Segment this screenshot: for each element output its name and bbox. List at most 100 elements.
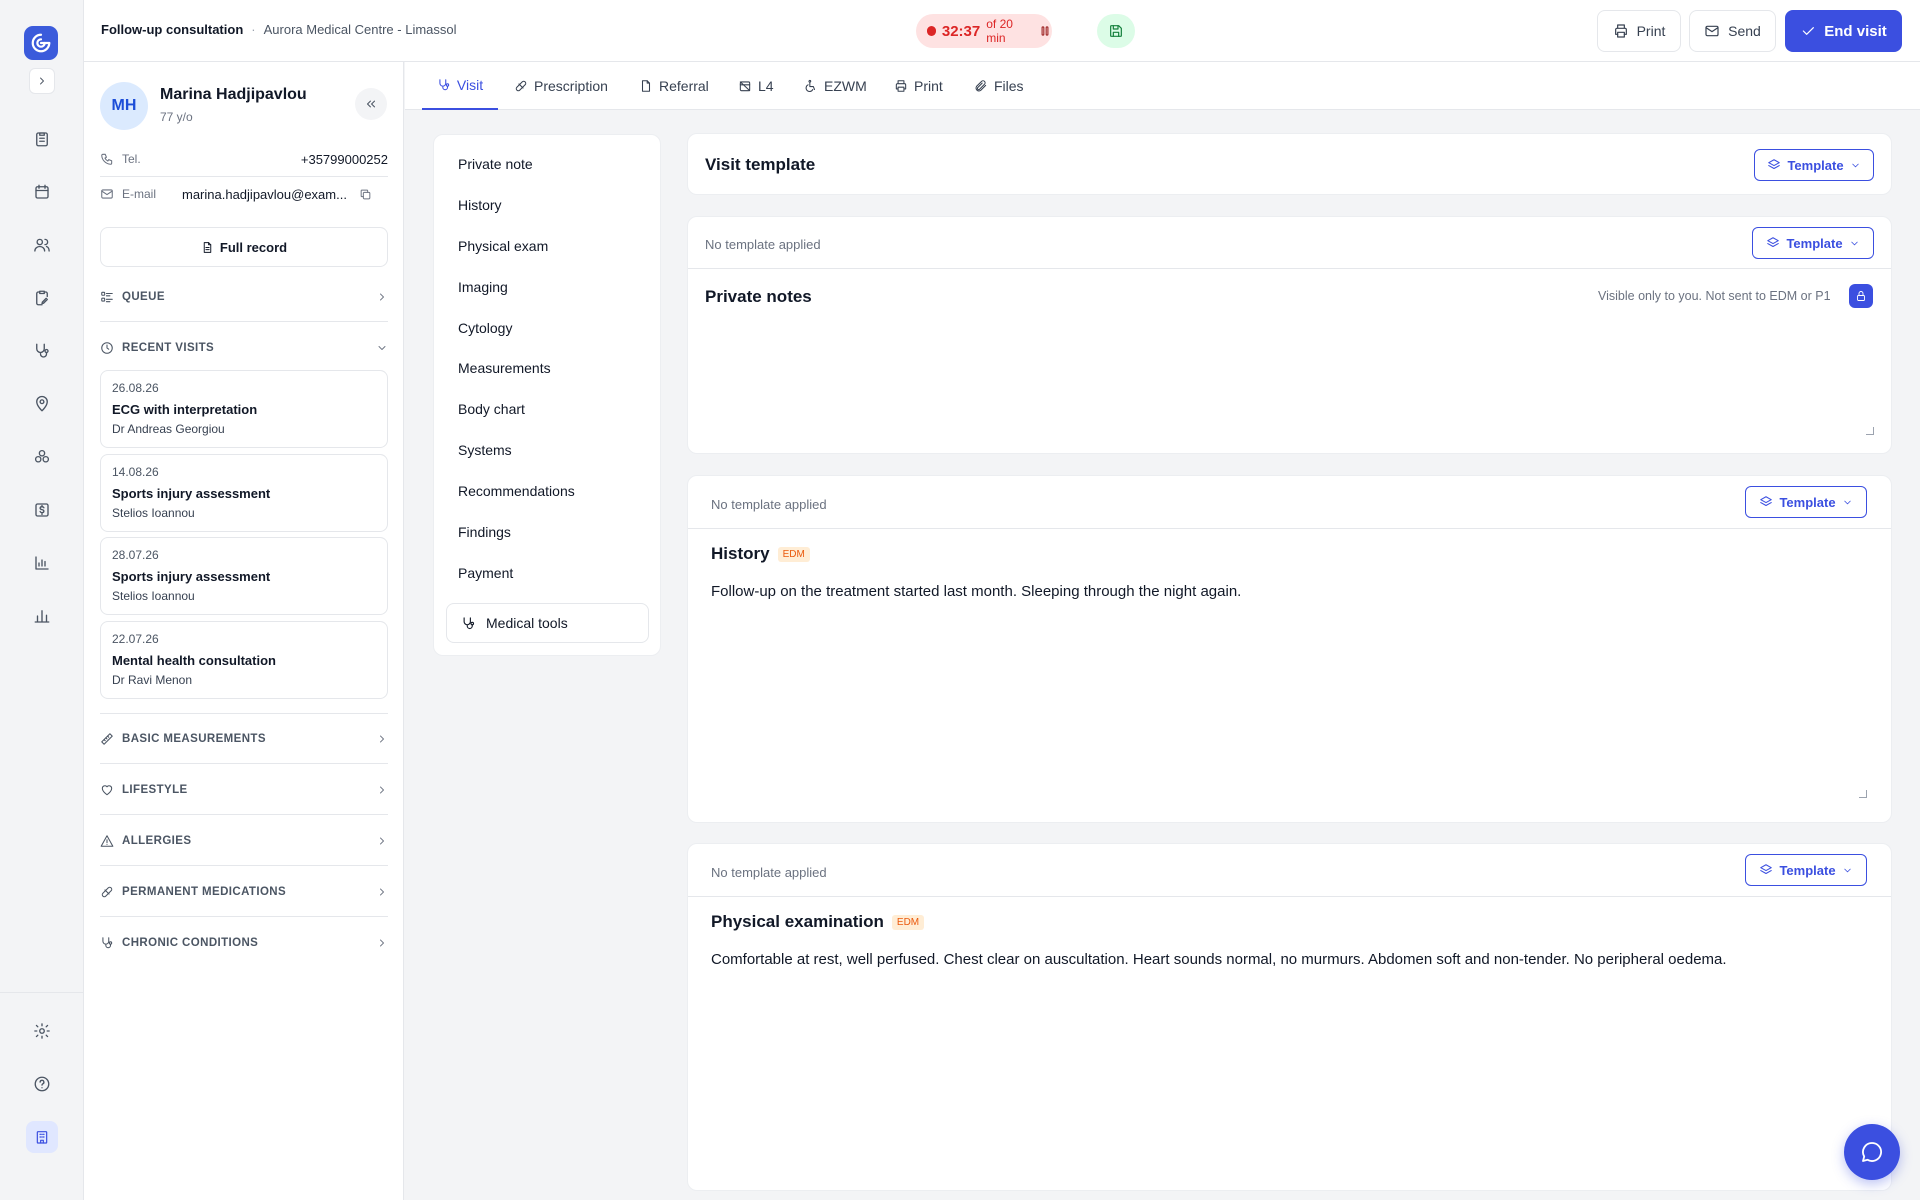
end-visit-button[interactable]: End visit: [1785, 10, 1902, 52]
recent-visit-card[interactable]: 14.08.26 Sports injury assessment Stelio…: [100, 454, 388, 532]
basic-measurements-section[interactable]: BASIC MEASUREMENTS: [100, 714, 388, 764]
card-divider: [688, 268, 1891, 269]
app-logo-icon[interactable]: [24, 26, 58, 60]
section-nav-item[interactable]: Body chart: [458, 401, 525, 417]
collapse-panel-button[interactable]: [355, 88, 387, 120]
visit-template-button[interactable]: Template: [1754, 149, 1874, 181]
section-nav-item[interactable]: Findings: [458, 524, 511, 540]
visit-title: ECG with interpretation: [112, 402, 258, 417]
physical-exam-title-text: Physical examination: [711, 912, 884, 931]
save-draft-button[interactable]: [1097, 14, 1135, 48]
template-status: No template applied: [711, 865, 827, 880]
section-nav-item[interactable]: Private note: [458, 156, 533, 172]
recent-visit-card[interactable]: 26.08.26 ECG with interpretation Dr Andr…: [100, 370, 388, 448]
stethoscope-icon: [439, 79, 450, 91]
section-nav-item[interactable]: Systems: [458, 442, 512, 458]
clipboard-edit-icon[interactable]: [26, 282, 58, 314]
layers-icon: [1768, 159, 1781, 170]
queue-section[interactable]: QUEUE: [100, 272, 388, 322]
print-button[interactable]: Print: [1597, 10, 1681, 52]
tab-ezwm[interactable]: EZWM: [804, 62, 867, 110]
section-nav-item[interactable]: Cytology: [458, 320, 512, 336]
document-icon: [203, 241, 212, 253]
recent-visits-section[interactable]: RECENT VISITS: [100, 323, 388, 373]
patient-email[interactable]: marina.hadjipavlou@exam...: [182, 187, 347, 202]
tab-files[interactable]: Files: [974, 62, 1024, 110]
private-notes-template-button[interactable]: Template: [1752, 227, 1874, 259]
chat-bubble-icon: [1862, 1142, 1882, 1162]
patient-panel: MH Marina Hadjipavlou 77 y/o Tel. +35799…: [84, 62, 404, 1200]
expand-rail-button[interactable]: [29, 68, 55, 94]
send-button[interactable]: Send: [1689, 10, 1776, 52]
resize-handle-icon[interactable]: [1859, 790, 1867, 798]
visit-template-title: Visit template: [705, 155, 816, 174]
visit-date: 26.08.26: [112, 381, 159, 395]
patient-phone[interactable]: +35799000252: [301, 152, 388, 167]
full-record-button[interactable]: Full record: [100, 227, 388, 267]
visit-title: Mental health consultation: [112, 653, 276, 668]
patient-avatar: MH: [100, 82, 148, 130]
lifestyle-section[interactable]: LIFESTYLE: [100, 765, 388, 815]
recent-visit-card[interactable]: 28.07.26 Sports injury assessment Stelio…: [100, 537, 388, 615]
send-label: Send: [1728, 23, 1761, 39]
printer-icon: [1614, 24, 1627, 38]
top-bar: Follow-up consultation · Aurora Medical …: [84, 0, 1920, 62]
settings-gear-icon[interactable]: [26, 1015, 58, 1047]
tab-prescription[interactable]: Prescription: [514, 62, 608, 110]
chevron-down-icon: [1850, 241, 1858, 245]
heart-icon: [101, 784, 113, 795]
private-notes-card: No template applied Template Private not…: [687, 216, 1892, 454]
help-icon[interactable]: [26, 1068, 58, 1100]
reports-chart-icon[interactable]: [26, 547, 58, 579]
tab-print[interactable]: Print: [894, 62, 943, 110]
chronic-conditions-section[interactable]: CHRONIC CONDITIONS: [100, 918, 388, 968]
bar-chart-icon[interactable]: [26, 600, 58, 632]
permanent-medications-section[interactable]: PERMANENT MEDICATIONS: [100, 867, 388, 917]
clinic-building-icon[interactable]: [26, 1121, 58, 1153]
section-label: BASIC MEASUREMENTS: [122, 732, 266, 745]
billing-icon[interactable]: [26, 494, 58, 526]
tab-l4[interactable]: L4: [738, 62, 774, 110]
allergies-section[interactable]: ALLERGIES: [100, 816, 388, 866]
history-template-button[interactable]: Template: [1745, 486, 1867, 518]
clock-icon: [101, 342, 113, 354]
section-nav-item[interactable]: Measurements: [458, 360, 551, 376]
users-icon[interactable]: [26, 229, 58, 261]
history-textarea[interactable]: Follow-up on the treatment started last …: [711, 583, 1871, 600]
recording-dot-icon: [927, 26, 936, 36]
section-nav-item[interactable]: History: [458, 197, 502, 213]
calendar-icon[interactable]: [26, 176, 58, 208]
template-status: No template applied: [711, 497, 827, 512]
calendar-off-icon: [739, 81, 751, 92]
tab-label: Files: [994, 78, 1024, 94]
section-nav-item[interactable]: Payment: [458, 565, 513, 581]
section-nav-item[interactable]: Physical exam: [458, 238, 548, 254]
visit-doctor: Dr Andreas Georgiou: [112, 422, 225, 436]
chevron-right-icon: [376, 937, 388, 949]
private-notes-textarea[interactable]: [705, 317, 1875, 439]
tab-visit[interactable]: Visit: [422, 62, 498, 110]
section-nav-item[interactable]: Recommendations: [458, 483, 575, 499]
physical-template-button[interactable]: Template: [1745, 854, 1867, 886]
clipboard-icon[interactable]: [26, 123, 58, 155]
chevron-right-icon: [376, 835, 388, 847]
section-nav-item[interactable]: Imaging: [458, 279, 508, 295]
lock-icon[interactable]: [1849, 284, 1873, 308]
paperclip-icon: [975, 80, 987, 92]
resize-handle-icon[interactable]: [1866, 427, 1874, 435]
tab-label: Referral: [659, 78, 709, 94]
chat-support-button[interactable]: [1844, 1124, 1900, 1180]
tab-referral[interactable]: Referral: [639, 62, 709, 110]
physical-exam-textarea[interactable]: Comfortable at rest, well perfused. Ches…: [711, 951, 1871, 968]
layers-icon: [1760, 864, 1773, 875]
modules-icon[interactable]: [26, 441, 58, 473]
chevron-down-icon: [1843, 868, 1851, 872]
pill-icon: [515, 80, 527, 92]
pause-timer-icon[interactable]: [1038, 24, 1052, 38]
location-pin-icon[interactable]: [26, 388, 58, 420]
recent-visit-card[interactable]: 22.07.26 Mental health consultation Dr R…: [100, 621, 388, 699]
stethoscope-icon[interactable]: [26, 335, 58, 367]
copy-icon[interactable]: [359, 188, 372, 201]
medical-tools-button[interactable]: Medical tools: [446, 603, 649, 643]
section-navigation: Private note History Physical exam Imagi…: [433, 134, 661, 656]
